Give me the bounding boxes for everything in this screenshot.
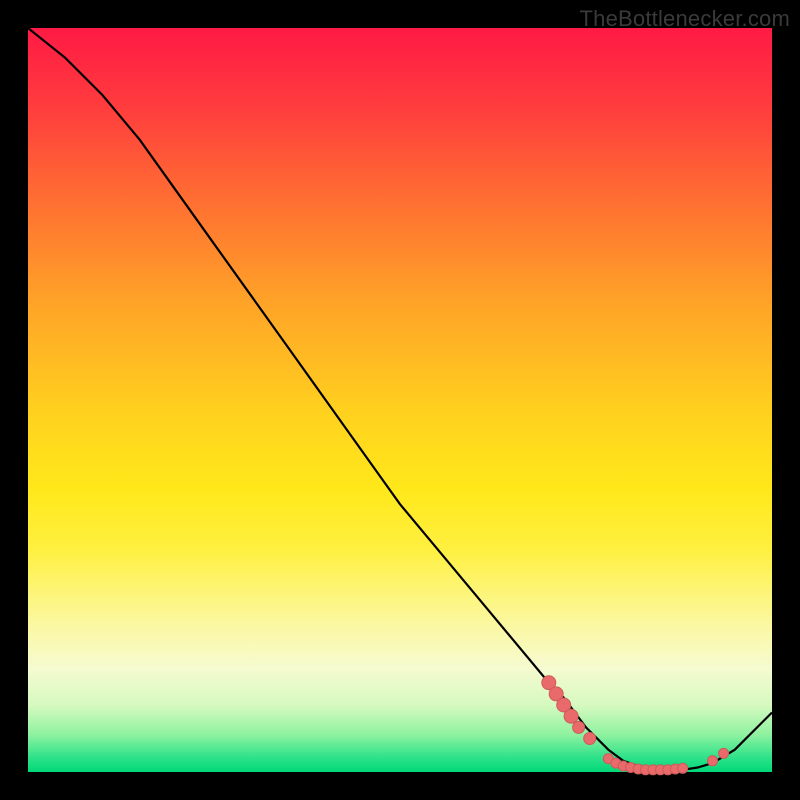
bottleneck-curve (28, 28, 772, 770)
plot-area (28, 28, 772, 772)
curve-marker (584, 733, 596, 745)
curve-marker (564, 709, 578, 723)
curve-marker (719, 748, 729, 758)
curve-marker (573, 721, 585, 733)
curve-markers (542, 676, 729, 775)
curve-svg (28, 28, 772, 772)
chart-frame: TheBottlenecker.com (0, 0, 800, 800)
curve-marker (708, 756, 718, 766)
curve-marker (678, 763, 688, 773)
watermark-text: TheBottlenecker.com (580, 6, 790, 32)
